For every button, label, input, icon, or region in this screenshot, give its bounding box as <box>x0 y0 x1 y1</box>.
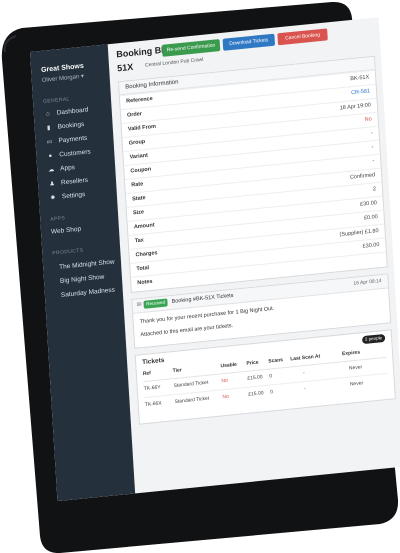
user-menu[interactable]: Oliver Morgan ▾ <box>42 73 85 84</box>
ticket-usable: No <box>221 377 229 385</box>
people-count-badge: 2 people <box>361 333 386 345</box>
ticket-icon: ▮ <box>46 125 51 132</box>
app-screen: Great Shows Oliver Morgan ▾ GENERAL ⌂ Das… <box>30 17 400 502</box>
ticket-expires: Never <box>348 364 363 372</box>
info-label: Notes <box>137 278 153 287</box>
sidebar-item-label: Big Night Show <box>59 273 105 285</box>
tickets-table: Ref Tier Usable Price Scans Last Scan At… <box>143 347 389 421</box>
info-value: 2 <box>372 186 377 193</box>
cloud-icon: ☁ <box>48 167 55 174</box>
column-header: Last Scan At <box>290 353 321 363</box>
info-label: Group <box>128 138 146 147</box>
info-label: State <box>132 195 146 203</box>
ticket-expires: Never <box>349 380 364 388</box>
main-content: Booking BK- 51X Central London Pub Crawl… <box>108 17 400 493</box>
info-label: Rate <box>131 181 144 189</box>
tickets-heading: Tickets <box>141 356 165 367</box>
info-label: Variant <box>129 152 149 161</box>
info-label: Coupon <box>130 166 152 175</box>
column-header: Scans <box>268 357 284 365</box>
ticket-last-scan: - <box>302 370 305 377</box>
sidebar-item-label: Saturday Madness <box>60 286 116 299</box>
info-value: - <box>370 130 373 137</box>
envelope-icon: ✉ <box>136 301 142 309</box>
email-date: 16 Apr 08:14 <box>353 278 382 287</box>
section-label-apps: APPS <box>50 215 66 223</box>
card-icon: ▭ <box>46 139 53 146</box>
sidebar-item-label: Resellers <box>60 176 89 187</box>
ticket-ref[interactable]: TK-66X <box>145 400 162 408</box>
info-label: Total <box>136 265 150 273</box>
info-label: Tax <box>134 237 144 245</box>
column-header: Price <box>246 359 259 367</box>
column-header: Ref <box>142 370 152 378</box>
info-value: BK-51X <box>350 74 370 83</box>
booking-ref-title: 51X <box>116 61 134 74</box>
ticket-scans: 0 <box>270 389 274 396</box>
ticket-price: £15.00 <box>248 390 264 398</box>
section-label-products: PRODUCTS <box>52 247 84 257</box>
column-header: Usable <box>220 361 238 370</box>
email-body-line: Attached to this email are your tickets. <box>140 322 234 339</box>
ticket-ref[interactable]: TK-66Y <box>144 384 161 392</box>
ticket-scans: 0 <box>269 373 273 380</box>
sidebar-item-label: Customers <box>59 148 91 159</box>
info-value: - <box>371 144 374 151</box>
users-icon: ● <box>48 153 53 160</box>
sidebar-item-label: Settings <box>61 191 86 201</box>
sidebar-item-label: Dashboard <box>56 106 89 117</box>
column-header: Expires <box>341 349 361 358</box>
ticket-price: £15.00 <box>247 374 263 382</box>
gear-icon: ✹ <box>50 195 56 202</box>
sidebar-item-label: Payments <box>58 134 88 145</box>
booking-information-panel: Booking Information Reference BK-51X Orde… <box>117 55 388 293</box>
column-header: Tier <box>172 367 182 375</box>
order-link[interactable]: CR-581 <box>351 85 371 99</box>
info-value: No <box>364 116 372 124</box>
received-badge: Received <box>143 298 169 309</box>
sidebar-item-web-shop[interactable]: Web Shop <box>51 220 115 238</box>
info-value: £0.00 <box>363 214 378 222</box>
email-subject: Booking #BK-51X Tickets <box>171 292 234 305</box>
sidebar-item-label: Bookings <box>57 120 85 131</box>
info-label: Order <box>126 111 143 119</box>
info-label: Size <box>132 209 145 217</box>
home-icon: ⌂ <box>45 111 50 118</box>
ticket-tier: Standard Ticket <box>173 379 209 390</box>
info-label: Amount <box>133 222 155 231</box>
download-tickets-button[interactable]: Download Tickets <box>222 33 276 51</box>
info-value: - <box>372 158 375 165</box>
resend-confirmation-button[interactable]: Re-send Confirmation <box>161 39 221 57</box>
user-icon: ♟ <box>49 181 55 188</box>
venue-subtitle: Central London Pub Crawl <box>144 56 204 69</box>
ticket-tier: Standard Ticket <box>174 395 210 406</box>
ticket-usable: No <box>222 393 230 401</box>
sidebar-item-label: The Midnight Show <box>58 258 115 271</box>
cancel-booking-button[interactable]: Cancel Booking <box>277 28 328 46</box>
section-label-general: GENERAL <box>42 96 70 105</box>
info-label: Charges <box>135 250 158 259</box>
ticket-last-scan: - <box>303 386 306 393</box>
info-value: £30.00 <box>362 242 380 250</box>
sidebar-item-label: Apps <box>59 164 76 173</box>
brand-name[interactable]: Great Shows <box>41 63 84 74</box>
sidebar-item-label: Web Shop <box>50 225 82 236</box>
info-value: £30.00 <box>359 200 378 208</box>
